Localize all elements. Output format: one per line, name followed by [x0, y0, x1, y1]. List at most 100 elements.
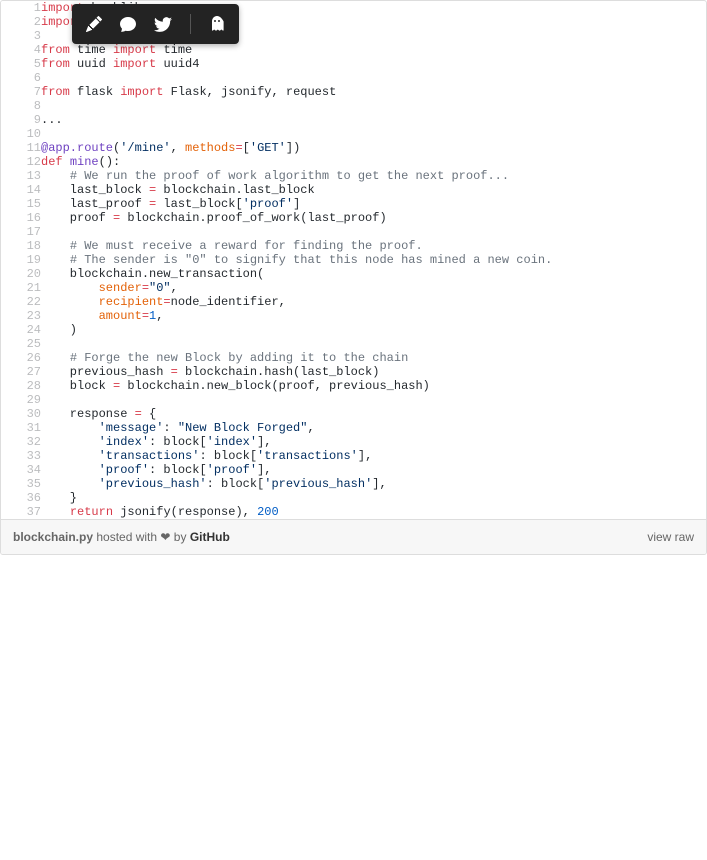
line-code[interactable]: 'message': "New Block Forged",	[41, 421, 706, 435]
line-code[interactable]: }	[41, 491, 706, 505]
gist-container: 1import hashlib2import json34from time i…	[0, 0, 707, 555]
line-code[interactable]: sender="0",	[41, 281, 706, 295]
line-number[interactable]: 7	[1, 85, 41, 99]
line-code[interactable]: # The sender is "0" to signify that this…	[41, 253, 706, 267]
line-code[interactable]: 'previous_hash': block['previous_hash'],	[41, 477, 706, 491]
line-number[interactable]: 33	[1, 449, 41, 463]
line-code[interactable]	[41, 337, 706, 351]
line-code[interactable]: return jsonify(response), 200	[41, 505, 706, 519]
line-number[interactable]: 24	[1, 323, 41, 337]
line-number[interactable]: 29	[1, 393, 41, 407]
code-row: 30 response = {	[1, 407, 706, 421]
line-number[interactable]: 9	[1, 113, 41, 127]
line-number[interactable]: 10	[1, 127, 41, 141]
code-row: 26 # Forge the new Block by adding it to…	[1, 351, 706, 365]
code-row: 33 'transactions': block['transactions']…	[1, 449, 706, 463]
pen-icon[interactable]	[86, 16, 102, 32]
line-code[interactable]: blockchain.new_transaction(	[41, 267, 706, 281]
hosted-text: hosted with	[93, 530, 160, 544]
view-raw-link[interactable]: view raw	[647, 530, 694, 544]
line-number[interactable]: 1	[1, 1, 41, 15]
line-number[interactable]: 25	[1, 337, 41, 351]
line-code[interactable]: last_proof = last_block['proof']	[41, 197, 706, 211]
line-number[interactable]: 21	[1, 281, 41, 295]
line-code[interactable]: amount=1,	[41, 309, 706, 323]
code-row: 5from uuid import uuid4	[1, 57, 706, 71]
line-number[interactable]: 13	[1, 169, 41, 183]
line-number[interactable]: 4	[1, 43, 41, 57]
line-number[interactable]: 2	[1, 15, 41, 29]
code-table: 1import hashlib2import json34from time i…	[1, 1, 706, 519]
line-code[interactable]	[41, 99, 706, 113]
github-link[interactable]: GitHub	[190, 530, 230, 544]
line-code[interactable]: 'index': block['index'],	[41, 435, 706, 449]
line-code[interactable]	[41, 393, 706, 407]
code-row: 21 sender="0",	[1, 281, 706, 295]
line-number[interactable]: 37	[1, 505, 41, 519]
code-row: 9...	[1, 113, 706, 127]
code-row: 22 recipient=node_identifier,	[1, 295, 706, 309]
line-number[interactable]: 28	[1, 379, 41, 393]
twitter-icon[interactable]	[154, 15, 172, 33]
line-number[interactable]: 30	[1, 407, 41, 421]
line-number[interactable]: 16	[1, 211, 41, 225]
filename-link[interactable]: blockchain.py	[13, 530, 93, 544]
line-code[interactable]	[41, 225, 706, 239]
line-number[interactable]: 15	[1, 197, 41, 211]
line-code[interactable]: from time import time	[41, 43, 706, 57]
line-number[interactable]: 12	[1, 155, 41, 169]
code-row: 17	[1, 225, 706, 239]
line-number[interactable]: 20	[1, 267, 41, 281]
line-number[interactable]: 22	[1, 295, 41, 309]
line-code[interactable]: # We run the proof of work algorithm to …	[41, 169, 706, 183]
line-number[interactable]: 3	[1, 29, 41, 43]
code-row: 16 proof = blockchain.proof_of_work(last…	[1, 211, 706, 225]
code-row: 35 'previous_hash': block['previous_hash…	[1, 477, 706, 491]
code-row: 23 amount=1,	[1, 309, 706, 323]
line-number[interactable]: 5	[1, 57, 41, 71]
line-code[interactable]: ...	[41, 113, 706, 127]
line-code[interactable]: response = {	[41, 407, 706, 421]
comment-icon[interactable]	[120, 16, 136, 32]
line-number[interactable]: 35	[1, 477, 41, 491]
line-code[interactable]	[41, 127, 706, 141]
line-number[interactable]: 17	[1, 225, 41, 239]
line-code[interactable]: )	[41, 323, 706, 337]
ghost-icon[interactable]	[209, 16, 225, 32]
code-row: 11@app.route('/mine', methods=['GET'])	[1, 141, 706, 155]
line-number[interactable]: 26	[1, 351, 41, 365]
line-number[interactable]: 31	[1, 421, 41, 435]
toolbar-divider	[190, 14, 191, 34]
line-code[interactable]: # We must receive a reward for finding t…	[41, 239, 706, 253]
line-number[interactable]: 34	[1, 463, 41, 477]
line-code[interactable]: recipient=node_identifier,	[41, 295, 706, 309]
by-text: by	[170, 530, 189, 544]
line-code[interactable]: 'transactions': block['transactions'],	[41, 449, 706, 463]
line-number[interactable]: 11	[1, 141, 41, 155]
line-code[interactable]: from flask import Flask, jsonify, reques…	[41, 85, 706, 99]
line-code[interactable]: 'proof': block['proof'],	[41, 463, 706, 477]
line-code[interactable]: previous_hash = blockchain.hash(last_blo…	[41, 365, 706, 379]
line-code[interactable]: proof = blockchain.proof_of_work(last_pr…	[41, 211, 706, 225]
line-number[interactable]: 32	[1, 435, 41, 449]
line-code[interactable]: # Forge the new Block by adding it to th…	[41, 351, 706, 365]
line-number[interactable]: 36	[1, 491, 41, 505]
line-number[interactable]: 23	[1, 309, 41, 323]
line-code[interactable]: last_block = blockchain.last_block	[41, 183, 706, 197]
line-code[interactable]: def mine():	[41, 155, 706, 169]
line-number[interactable]: 18	[1, 239, 41, 253]
line-code[interactable]: @app.route('/mine', methods=['GET'])	[41, 141, 706, 155]
code-row: 7from flask import Flask, jsonify, reque…	[1, 85, 706, 99]
line-number[interactable]: 19	[1, 253, 41, 267]
line-number[interactable]: 14	[1, 183, 41, 197]
line-number[interactable]: 27	[1, 365, 41, 379]
code-row: 15 last_proof = last_block['proof']	[1, 197, 706, 211]
line-code[interactable]	[41, 71, 706, 85]
code-row: 31 'message': "New Block Forged",	[1, 421, 706, 435]
code-row: 37 return jsonify(response), 200	[1, 505, 706, 519]
code-row: 24 )	[1, 323, 706, 337]
line-number[interactable]: 8	[1, 99, 41, 113]
line-code[interactable]: block = blockchain.new_block(proof, prev…	[41, 379, 706, 393]
line-code[interactable]: from uuid import uuid4	[41, 57, 706, 71]
line-number[interactable]: 6	[1, 71, 41, 85]
